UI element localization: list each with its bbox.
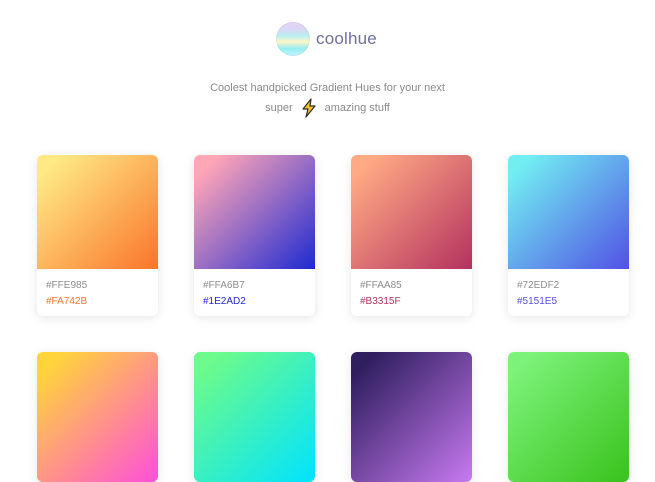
color-code-to[interactable]: #5151E5 [517,294,629,310]
palette-card[interactable]: #FFE985 #FA742B [37,155,158,316]
gradient-swatch[interactable] [194,155,315,269]
gradient-swatch[interactable] [508,155,629,269]
color-code-from[interactable]: #72EDF2 [517,278,629,294]
color-code-to[interactable]: #FA742B [46,294,158,310]
color-code-from[interactable]: #FFAA85 [360,278,472,294]
palette-card[interactable] [37,352,158,482]
tagline: Coolest handpicked Gradient Hues for you… [0,79,655,118]
gradient-swatch[interactable] [508,352,629,482]
gradient-swatch[interactable] [351,155,472,269]
gradient-swatch[interactable] [194,352,315,482]
tagline-line2: super amazing stuff [0,98,655,118]
palette-card[interactable] [508,352,629,482]
brand-name: coolhue [316,29,377,48]
header: coolhue Coolest handpicked Gradient Hues… [0,0,655,140]
gradient-swatch[interactable] [37,155,158,269]
color-code-from[interactable]: #FFE985 [46,278,158,294]
palette-card[interactable]: #FFA6B7 #1E2AD2 [194,155,315,316]
gradient-swatch[interactable] [351,352,472,482]
color-code-to[interactable]: #1E2AD2 [203,294,315,310]
coolhue-logo-icon [276,22,310,56]
palette-card[interactable]: #72EDF2 #5151E5 [508,155,629,316]
palette-card[interactable] [351,352,472,482]
color-code-to[interactable]: #B3315F [360,294,472,310]
lightning-icon [302,98,316,118]
palette-card[interactable] [194,352,315,482]
tagline-amazing: amazing stuff [324,101,390,114]
gradient-swatch[interactable] [37,352,158,482]
palette-card[interactable]: #FFAA85 #B3315F [351,155,472,316]
color-code-from[interactable]: #FFA6B7 [203,278,315,294]
tagline-super: super [265,101,293,114]
tagline-line1: Coolest handpicked Gradient Hues for you… [210,82,445,94]
brand[interactable]: coolhue [276,22,377,56]
